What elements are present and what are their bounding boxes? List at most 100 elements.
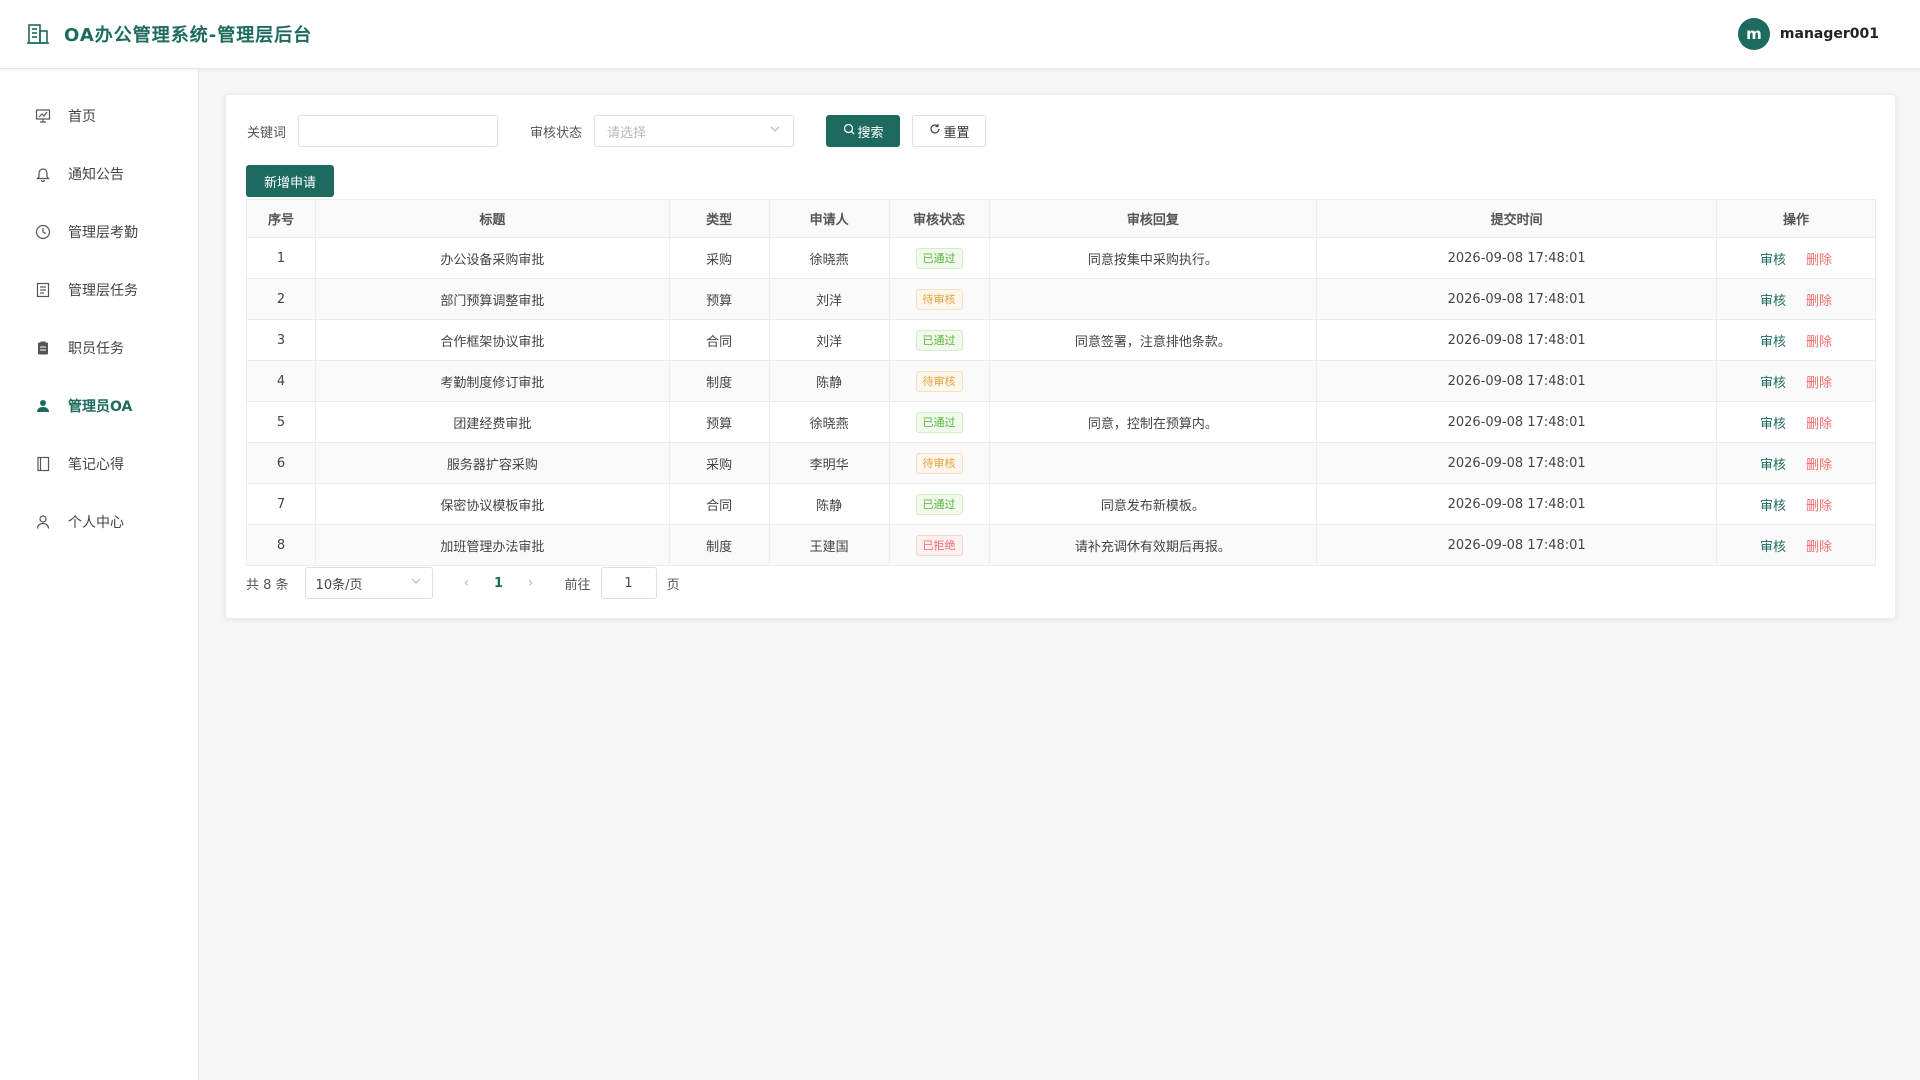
cell-no: 4 (246, 360, 316, 402)
chevron-down-icon (410, 575, 422, 591)
review-link[interactable]: 审核 (1760, 540, 1786, 555)
cell-actions: 审核 删除 (1716, 360, 1876, 402)
content-card: 关键词 审核状态 请选择 搜索 重置 新增申请 序号 标题 类型 申请人 审核状… (225, 94, 1896, 619)
cell-no: 3 (246, 319, 316, 361)
top-bar: OA办公管理系统-管理层后台 m manager001 (0, 0, 1920, 69)
review-link[interactable]: 审核 (1760, 253, 1786, 268)
status-badge: 待审核 (915, 452, 963, 474)
goto-page-input[interactable]: 1 (600, 567, 657, 599)
table-row: 5 团建经费审批 预算 徐晓燕 已通过 同意，控制在预算内。 2026-09-0… (246, 401, 1876, 443)
status-badge: 待审核 (915, 288, 963, 310)
cell-type: 制度 (668, 360, 770, 402)
delete-link[interactable]: 删除 (1806, 253, 1832, 268)
add-application-button[interactable]: 新增申请 (246, 165, 334, 197)
cell-no: 7 (246, 483, 316, 525)
next-page-icon[interactable]: › (515, 575, 547, 591)
review-link[interactable]: 审核 (1760, 458, 1786, 473)
cell-title: 保密协议模板审批 (314, 483, 670, 525)
cell-status: 待审核 (888, 360, 990, 402)
page-size-value: 10条/页 (315, 577, 363, 593)
cell-time: 2026-09-08 17:48:01 (1316, 319, 1718, 361)
page-suffix: 页 (666, 577, 680, 593)
review-link[interactable]: 审核 (1760, 335, 1786, 350)
cell-title: 加班管理办法审批 (314, 524, 670, 566)
sidebar-item-notes[interactable]: 笔记心得 (0, 435, 198, 493)
page-number-current[interactable]: 1 (483, 576, 515, 591)
sidebar-item-home[interactable]: 首页 (0, 87, 198, 145)
cell-actions: 审核 删除 (1716, 237, 1876, 279)
sidebar-item-manager-attendance[interactable]: 管理层考勤 (0, 203, 198, 261)
status-badge: 已通过 (915, 493, 963, 515)
sidebar-item-label: 管理员OA (68, 399, 133, 415)
status-select[interactable]: 请选择 (594, 115, 795, 147)
sidebar-item-label: 管理层任务 (68, 283, 138, 299)
approval-table: 序号 标题 类型 申请人 审核状态 审核回复 提交时间 操作 1 办公设备采购审… (246, 199, 1876, 566)
review-link[interactable]: 审核 (1760, 294, 1786, 309)
search-button[interactable]: 搜索 (826, 115, 901, 147)
cell-reply: 同意签署，注意排他条款。 (988, 319, 1318, 361)
sidebar-item-notice[interactable]: 通知公告 (0, 145, 198, 203)
brand: OA办公管理系统-管理层后台 (26, 21, 312, 47)
delete-link[interactable]: 删除 (1806, 335, 1832, 350)
sidebar-item-staff-tasks[interactable]: 职员任务 (0, 319, 198, 377)
cell-status: 已通过 (888, 483, 990, 525)
delete-link[interactable]: 删除 (1806, 458, 1832, 473)
status-badge: 已通过 (915, 329, 963, 351)
prev-page-icon[interactable]: ‹ (451, 575, 483, 591)
cell-time: 2026-09-08 17:48:01 (1316, 524, 1718, 566)
delete-link[interactable]: 删除 (1806, 376, 1832, 391)
table-header-row: 序号 标题 类型 申请人 审核状态 审核回复 提交时间 操作 (246, 199, 1876, 238)
keyword-label: 关键词 (247, 125, 287, 141)
sidebar-item-manager-oa[interactable]: 管理员OA (0, 377, 198, 435)
col-header-applicant: 申请人 (768, 199, 890, 238)
cell-title: 部门预算调整审批 (314, 278, 670, 320)
sidebar-item-label: 个人中心 (68, 515, 124, 531)
sidebar: 首页 通知公告 管理层考勤 管理层任务 职员任务 管理员OA 笔记心得 个人中心 (0, 69, 199, 1080)
col-header-title: 标题 (314, 199, 670, 238)
cell-applicant: 王建国 (768, 524, 890, 566)
review-link[interactable]: 审核 (1760, 417, 1786, 432)
table-row: 1 办公设备采购审批 采购 徐晓燕 已通过 同意按集中采购执行。 2026-09… (246, 237, 1876, 279)
sidebar-item-label: 笔记心得 (68, 457, 124, 473)
review-link[interactable]: 审核 (1760, 376, 1786, 391)
delete-link[interactable]: 删除 (1806, 294, 1832, 309)
col-header-type: 类型 (668, 199, 770, 238)
cell-title: 团建经费审批 (314, 401, 670, 443)
page-size-select[interactable]: 10条/页 (304, 567, 433, 599)
presentation-chart-icon (34, 107, 52, 125)
search-icon (843, 123, 855, 139)
col-header-status: 审核状态 (888, 199, 990, 238)
delete-link[interactable]: 删除 (1806, 499, 1832, 514)
cell-actions: 审核 删除 (1716, 278, 1876, 320)
building-icon (26, 22, 50, 46)
user-solid-icon (34, 397, 52, 415)
review-link[interactable]: 审核 (1760, 499, 1786, 514)
cell-type: 采购 (668, 237, 770, 279)
cell-title: 服务器扩容采购 (314, 442, 670, 484)
cell-type: 预算 (668, 401, 770, 443)
delete-link[interactable]: 删除 (1806, 417, 1832, 432)
user-menu[interactable]: m manager001 (1737, 18, 1879, 50)
cell-time: 2026-09-08 17:48:01 (1316, 401, 1718, 443)
table-row: 6 服务器扩容采购 采购 李明华 待审核 2026-09-08 17:48:01… (246, 442, 1876, 484)
sidebar-item-manager-tasks[interactable]: 管理层任务 (0, 261, 198, 319)
cell-reply: 同意发布新模板。 (988, 483, 1318, 525)
cell-type: 制度 (668, 524, 770, 566)
cell-time: 2026-09-08 17:48:01 (1316, 442, 1718, 484)
cell-applicant: 刘洋 (768, 319, 890, 361)
keyword-input[interactable] (298, 115, 499, 147)
cell-time: 2026-09-08 17:48:01 (1316, 278, 1718, 320)
delete-link[interactable]: 删除 (1806, 540, 1832, 555)
reset-button[interactable]: 重置 (912, 115, 987, 147)
avatar[interactable]: m (1737, 18, 1770, 50)
sidebar-item-profile[interactable]: 个人中心 (0, 493, 198, 551)
username[interactable]: manager001 (1780, 26, 1879, 42)
cell-status: 已通过 (888, 319, 990, 361)
cell-type: 预算 (668, 278, 770, 320)
table-row: 3 合作框架协议审批 合同 刘洋 已通过 同意签署，注意排他条款。 2026-0… (246, 319, 1876, 361)
user-icon (34, 513, 52, 531)
cell-actions: 审核 删除 (1716, 319, 1876, 361)
cell-no: 2 (246, 278, 316, 320)
cell-actions: 审核 删除 (1716, 524, 1876, 566)
cell-reply (988, 360, 1318, 402)
